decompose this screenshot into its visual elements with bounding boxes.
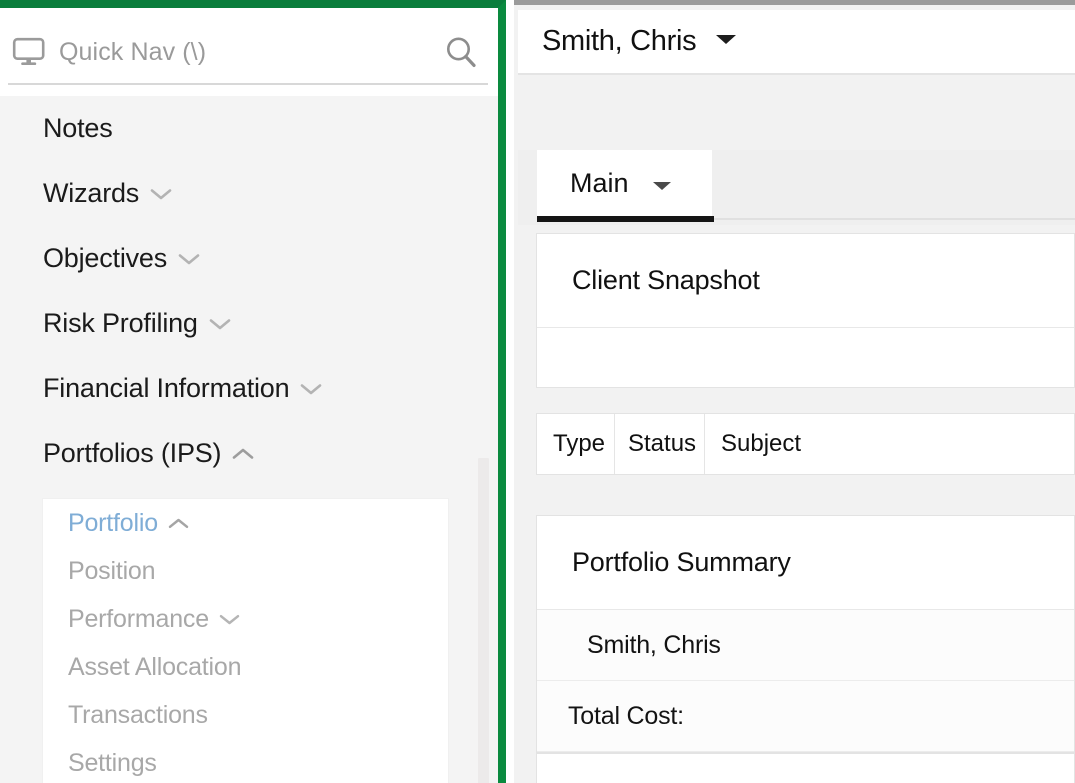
search-icon[interactable]	[438, 30, 484, 74]
sidebar-item-label: Portfolios (IPS)	[43, 438, 222, 468]
sidebar-item-notes[interactable]: Notes	[0, 96, 498, 161]
main-content-panel: Smith, Chris Main Client Snapshot Type S…	[514, 0, 1075, 783]
submenu-item-transactions[interactable]: Transactions	[43, 691, 448, 739]
summary-row-total-cost: Total Cost:	[537, 681, 1074, 752]
sidebar-item-financial-information[interactable]: Financial Information	[0, 356, 498, 421]
client-snapshot-title: Client Snapshot	[537, 234, 1074, 328]
sidebar-item-objectives[interactable]: Objectives	[0, 226, 498, 291]
sidebar-item-label: Financial Information	[43, 373, 290, 403]
client-name: Smith, Chris	[542, 25, 697, 57]
tab-strip: Main	[518, 150, 1075, 225]
sidebar-item-label: Notes	[43, 113, 113, 143]
sidebar-item-risk-profiling[interactable]: Risk Profiling	[0, 291, 498, 356]
submenu-item-performance[interactable]: Performance	[43, 595, 448, 643]
sidebar-item-portfolios-ips[interactable]: Portfolios (IPS)	[0, 421, 498, 486]
application-window: Notes Wizards Objectives Risk Profiling	[0, 0, 1075, 783]
chevron-down-icon	[300, 382, 322, 396]
submenu-item-portfolio[interactable]: Portfolio	[43, 499, 448, 547]
column-header-subject[interactable]: Subject	[705, 414, 1074, 474]
submenu-item-position[interactable]: Position	[43, 547, 448, 595]
portfolio-summary-card: Portfolio Summary Smith, Chris Total Cos…	[536, 515, 1075, 753]
sidebar-scrollbar[interactable]	[478, 458, 489, 783]
submenu-item-label: Settings	[68, 748, 157, 777]
active-tab-indicator	[537, 216, 714, 222]
submenu-item-label: Performance	[68, 604, 209, 633]
client-snapshot-toolbar[interactable]	[537, 328, 1074, 387]
sidebar-item-wizards[interactable]: Wizards	[0, 161, 498, 226]
submenu-item-label: Asset Allocation	[68, 652, 242, 681]
sidebar-nav-list: Notes Wizards Objectives Risk Profiling	[0, 96, 498, 486]
submenu-item-label: Position	[68, 556, 156, 585]
monitor-icon	[8, 32, 50, 72]
portfolio-summary-title: Portfolio Summary	[537, 516, 1074, 610]
tab-main[interactable]: Main	[537, 150, 712, 216]
left-sidebar: Notes Wizards Objectives Risk Profiling	[0, 0, 506, 783]
client-header[interactable]: Smith, Chris	[518, 10, 1075, 75]
chevron-down-icon	[150, 187, 172, 201]
submenu-item-settings[interactable]: Settings	[43, 739, 448, 783]
submenu-item-asset-allocation[interactable]: Asset Allocation	[43, 643, 448, 691]
summary-row-label: Total Cost:	[568, 701, 684, 730]
client-snapshot-card: Client Snapshot	[536, 233, 1075, 388]
chevron-down-icon	[209, 317, 231, 331]
chevron-down-icon	[219, 613, 240, 626]
submenu-item-label: Transactions	[68, 700, 208, 729]
quick-nav-bar[interactable]	[0, 8, 498, 96]
chevron-up-icon	[168, 517, 189, 530]
tab-label: Main	[570, 167, 629, 198]
sidebar-item-label: Risk Profiling	[43, 308, 198, 338]
submenu-item-label: Portfolio	[68, 508, 158, 537]
chevron-up-icon	[232, 447, 254, 461]
caret-down-icon[interactable]	[714, 32, 738, 51]
sidebar-item-label: Objectives	[43, 243, 168, 273]
summary-row-label: Smith, Chris	[587, 630, 721, 659]
column-header-type[interactable]: Type	[537, 414, 615, 474]
summary-row-client[interactable]: Smith, Chris	[537, 610, 1074, 681]
client-snapshot-table-header: Type Status Subject	[536, 413, 1075, 475]
column-header-status[interactable]: Status	[615, 414, 705, 474]
sidebar-item-label: Wizards	[43, 178, 140, 208]
caret-down-icon[interactable]	[651, 168, 673, 199]
chevron-down-icon	[178, 252, 200, 266]
quick-nav-input[interactable]	[50, 37, 438, 67]
portfolios-submenu-panel: Portfolio Position Performance Asset All…	[43, 499, 448, 783]
next-card-partial	[536, 753, 1075, 783]
